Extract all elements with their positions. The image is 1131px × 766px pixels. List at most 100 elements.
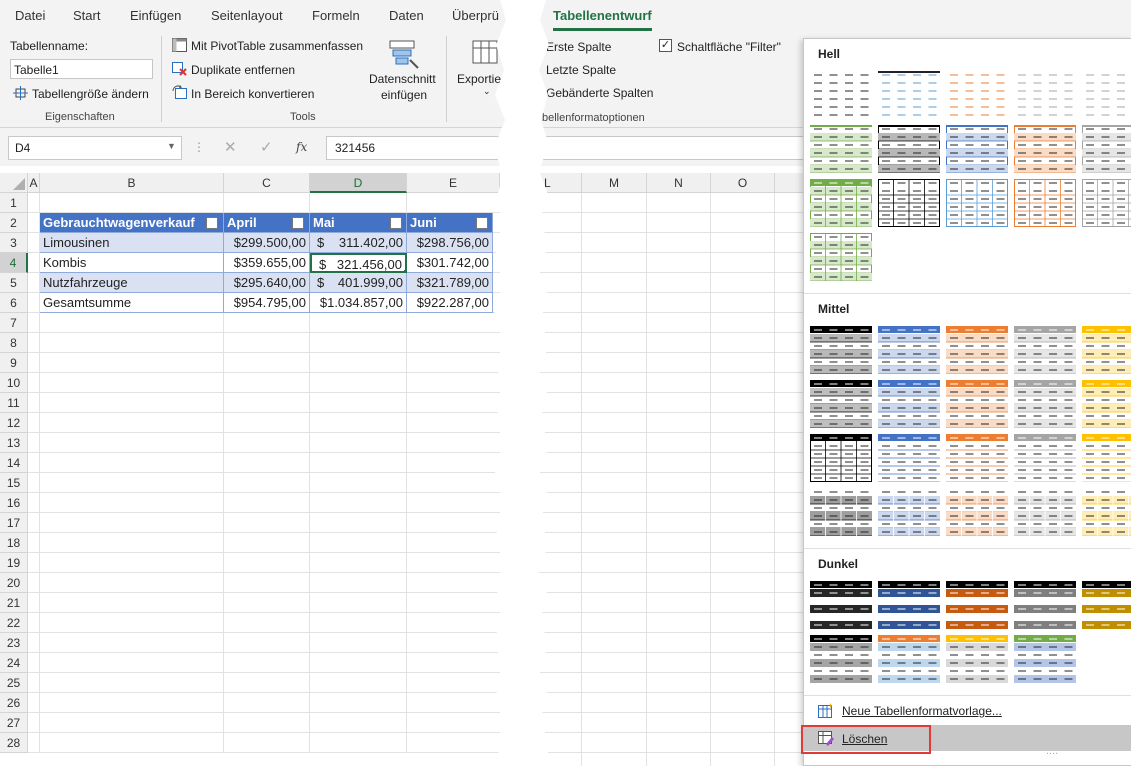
resize-grip[interactable]: ....	[1046, 745, 1058, 757]
table-style-swatch[interactable]	[810, 434, 872, 482]
table-style-swatch[interactable]	[1014, 326, 1076, 374]
fill-handle[interactable]	[403, 269, 405, 271]
table-cell-april[interactable]: $299.500,00	[224, 233, 310, 253]
table-cell-category[interactable]: Kombis	[40, 253, 224, 273]
table-style-swatch[interactable]	[878, 581, 940, 629]
insert-slicer-button-line2[interactable]: einfügen	[381, 88, 427, 102]
clear-style-button[interactable]: Löschen	[842, 732, 887, 746]
worksheet-grid[interactable]: A B C D E 1 2 3 4 5 6 7 8 9 10 11 12 13 14 15 16 17 18 19 2…	[0, 173, 500, 766]
row-header[interactable]: 17	[0, 513, 28, 533]
cancel-formula-icon[interactable]: ✕	[224, 138, 237, 156]
table-style-swatch[interactable]	[810, 71, 872, 119]
table-style-swatch[interactable]	[1082, 380, 1131, 428]
new-table-style-button[interactable]: Neue Tabellenformatvorlage...	[842, 704, 1002, 718]
row-header[interactable]: 14	[0, 453, 28, 473]
row-header[interactable]: 12	[0, 413, 28, 433]
row-header[interactable]: 13	[0, 433, 28, 453]
tab-seitenlayout[interactable]: Seitenlayout	[211, 8, 283, 23]
table-style-swatch[interactable]	[1082, 488, 1131, 536]
row-header[interactable]: 8	[0, 333, 28, 353]
column-header-o[interactable]: O	[711, 173, 775, 193]
table-cell-june[interactable]: $321.789,00	[407, 273, 493, 293]
row-header[interactable]: 23	[0, 633, 28, 653]
convert-to-range-button[interactable]: In Bereich konvertieren	[191, 87, 314, 101]
column-header-p[interactable]	[775, 173, 805, 193]
table-style-swatch[interactable]	[1014, 581, 1076, 629]
name-box[interactable]: D4	[8, 136, 182, 160]
row-header[interactable]: 20	[0, 573, 28, 593]
table-style-swatch[interactable]	[878, 434, 940, 482]
row-header[interactable]: 28	[0, 733, 28, 753]
column-header-b[interactable]: B	[40, 173, 224, 193]
row-header[interactable]: 26	[0, 693, 28, 713]
table-style-swatch[interactable]	[810, 635, 872, 683]
column-header-a[interactable]: A	[28, 173, 40, 193]
row-header[interactable]: 4	[0, 253, 28, 273]
table-style-swatch[interactable]	[1014, 635, 1076, 683]
row-header[interactable]: 18	[0, 533, 28, 553]
table-style-swatch[interactable]	[1014, 179, 1076, 227]
table-cell-june[interactable]: $922.287,00	[407, 293, 493, 313]
table-style-swatch[interactable]	[946, 71, 1008, 119]
table-style-swatch[interactable]	[878, 380, 940, 428]
name-box-dropdown-icon[interactable]: ▼	[167, 141, 176, 151]
tab-daten[interactable]: Daten	[389, 8, 424, 23]
table-cell-category[interactable]: Gesamtsumme	[40, 293, 224, 313]
table-style-swatch[interactable]	[810, 380, 872, 428]
filter-dropdown-icon[interactable]	[476, 217, 488, 229]
tab-start[interactable]: Start	[73, 8, 100, 23]
tab-formeln[interactable]: Formeln	[312, 8, 360, 23]
table-style-swatch[interactable]	[810, 179, 872, 227]
banded-columns-option[interactable]: Gebänderte Spalten	[546, 86, 653, 100]
table-style-swatch[interactable]	[810, 488, 872, 536]
insert-function-icon[interactable]: fx	[296, 140, 307, 154]
table-style-swatch[interactable]	[810, 233, 872, 281]
tab-datei[interactable]: Datei	[15, 8, 45, 23]
table-cell-june[interactable]: $298.756,00	[407, 233, 493, 253]
table-style-swatch[interactable]	[878, 488, 940, 536]
table-style-swatch[interactable]	[810, 125, 872, 173]
table-style-swatch[interactable]	[1014, 434, 1076, 482]
row-header[interactable]: 6	[0, 293, 28, 313]
table-style-swatch[interactable]	[1014, 380, 1076, 428]
table-cell-may[interactable]: $1.034.857,00	[310, 293, 407, 313]
table-cell-april[interactable]: $359.655,00	[224, 253, 310, 273]
table-cell-june[interactable]: $301.742,00	[407, 253, 493, 273]
row-header[interactable]: 19	[0, 553, 28, 573]
table-style-swatch[interactable]	[810, 326, 872, 374]
table-cell-category[interactable]: Nutzfahrzeuge	[40, 273, 224, 293]
table-style-swatch[interactable]	[946, 635, 1008, 683]
insert-slicer-button-line1[interactable]: Datenschnitt	[369, 72, 436, 86]
formula-input[interactable]: 321456	[326, 136, 506, 160]
row-header[interactable]: 16	[0, 493, 28, 513]
row-header[interactable]: 24	[0, 653, 28, 673]
table-style-swatch[interactable]	[946, 179, 1008, 227]
pivottable-button[interactable]: Mit PivotTable zusammenfassen	[191, 39, 363, 53]
table-name-input[interactable]: Tabelle1	[10, 59, 153, 79]
select-all-corner[interactable]	[0, 173, 28, 193]
row-header[interactable]: 15	[0, 473, 28, 493]
table-style-swatch[interactable]	[1082, 71, 1131, 119]
column-header-l[interactable]: L	[538, 173, 582, 193]
filter-button-checkbox[interactable]: ✓	[659, 39, 672, 52]
table-cell-category[interactable]: Limousinen	[40, 233, 224, 253]
row-header[interactable]: 5	[0, 273, 28, 293]
table-style-swatch[interactable]	[878, 635, 940, 683]
table-style-swatch[interactable]	[1082, 179, 1131, 227]
resize-table-button[interactable]: Tabellengröße ändern	[32, 87, 149, 101]
table-style-swatch[interactable]	[946, 125, 1008, 173]
table-cell-may[interactable]: $401.999,00	[310, 273, 407, 293]
filter-button-option[interactable]: Schaltfläche "Filter"	[677, 40, 781, 54]
row-header[interactable]: 1	[0, 193, 28, 213]
table-style-swatch[interactable]	[1014, 71, 1076, 119]
table-style-swatch[interactable]	[946, 434, 1008, 482]
row-header[interactable]: 10	[0, 373, 28, 393]
table-style-swatch[interactable]	[878, 125, 940, 173]
column-header-e[interactable]: E	[407, 173, 500, 193]
last-column-option[interactable]: Letzte Spalte	[546, 63, 616, 77]
tab-tabellenentwurf[interactable]: Tabellenentwurf	[553, 8, 652, 31]
table-style-swatch[interactable]	[878, 326, 940, 374]
table-style-swatch[interactable]	[1082, 326, 1131, 374]
tab-einfuegen[interactable]: Einfügen	[130, 8, 181, 23]
table-cell-may[interactable]: $311.402,00	[310, 233, 407, 253]
